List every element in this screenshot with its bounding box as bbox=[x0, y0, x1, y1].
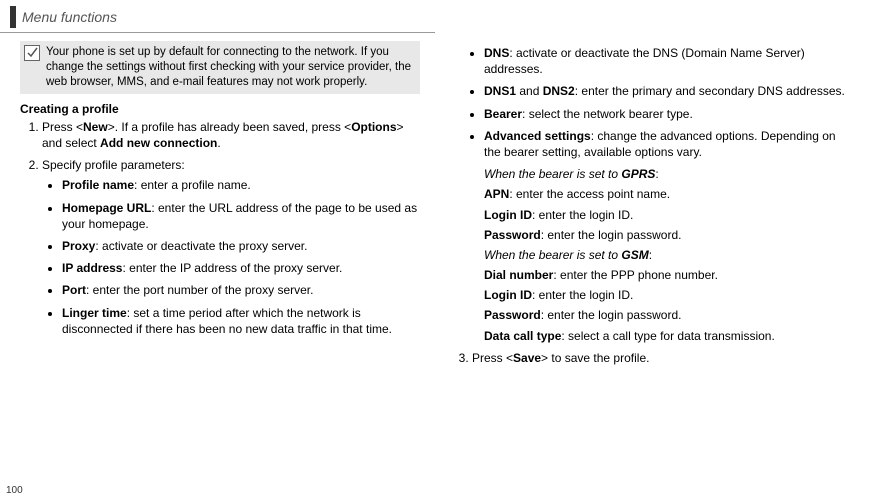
label: Homepage URL bbox=[62, 201, 151, 215]
label-save: Save bbox=[513, 351, 541, 365]
param-dns1-dns2: DNS1 and DNS2: enter the primary and sec… bbox=[484, 83, 855, 99]
label: Data call type bbox=[484, 329, 561, 343]
param-homepage-url: Homepage URL: enter the URL address of t… bbox=[62, 200, 420, 232]
label: Login ID bbox=[484, 208, 532, 222]
page-header: Menu functions bbox=[0, 0, 435, 33]
left-column: Your phone is set up by default for conn… bbox=[20, 41, 440, 372]
adv-dial-number: Dial number: enter the PPP phone number. bbox=[484, 267, 855, 283]
text: >. If a profile has already been saved, … bbox=[108, 120, 351, 134]
gprs-title: When the bearer is set to GPRS: bbox=[484, 166, 855, 182]
param-advanced-settings: Advanced settings: change the advanced o… bbox=[484, 128, 855, 344]
label: Login ID bbox=[484, 288, 532, 302]
text: : enter the login password. bbox=[541, 228, 682, 242]
label: Password bbox=[484, 308, 541, 322]
text: > to save the profile. bbox=[541, 351, 649, 365]
text: : activate or deactivate the proxy serve… bbox=[95, 239, 307, 253]
label: Proxy bbox=[62, 239, 95, 253]
info-note-text: Your phone is set up by default for conn… bbox=[46, 45, 414, 90]
steps-list-cont: Press <Save> to save the profile. bbox=[450, 350, 855, 366]
label-gsm: GSM bbox=[621, 248, 648, 262]
adv-data-call-type: Data call type: select a call type for d… bbox=[484, 328, 855, 344]
section-heading-creating-profile: Creating a profile bbox=[20, 102, 420, 116]
label: DNS2 bbox=[543, 84, 575, 98]
step-2: Specify profile parameters: Profile name… bbox=[42, 157, 420, 337]
text: : enter the login password. bbox=[541, 308, 682, 322]
param-linger-time: Linger time: set a time period after whi… bbox=[62, 305, 420, 337]
header-accent-bar bbox=[10, 6, 16, 28]
text: : select a call type for data transmissi… bbox=[561, 329, 774, 343]
param-ip-address: IP address: enter the IP address of the … bbox=[62, 260, 420, 276]
label: Advanced settings bbox=[484, 129, 591, 143]
text: : enter the primary and secondary DNS ad… bbox=[575, 84, 845, 98]
params-list-right: DNS: activate or deactivate the DNS (Dom… bbox=[450, 45, 855, 344]
text: : bbox=[655, 167, 658, 181]
text: : activate or deactivate the DNS (Domain… bbox=[484, 46, 805, 76]
param-proxy: Proxy: activate or deactivate the proxy … bbox=[62, 238, 420, 254]
label: APN bbox=[484, 187, 509, 201]
text: Specify profile parameters: bbox=[42, 158, 185, 172]
label: Linger time bbox=[62, 306, 127, 320]
adv-login-gsm: Login ID: enter the login ID. bbox=[484, 287, 855, 303]
text: : select the network bearer type. bbox=[522, 107, 693, 121]
text: : enter the access point name. bbox=[509, 187, 670, 201]
step-3: Press <Save> to save the profile. bbox=[472, 350, 855, 366]
label: Bearer bbox=[484, 107, 522, 121]
params-list-left: Profile name: enter a profile name. Home… bbox=[42, 177, 420, 337]
text: When the bearer is set to bbox=[484, 167, 621, 181]
label-gprs: GPRS bbox=[621, 167, 655, 181]
label: Dial number bbox=[484, 268, 553, 282]
label-new: New bbox=[83, 120, 108, 134]
param-dns: DNS: activate or deactivate the DNS (Dom… bbox=[484, 45, 855, 77]
text: : bbox=[649, 248, 652, 262]
adv-password-gprs: Password: enter the login password. bbox=[484, 227, 855, 243]
text: : enter the login ID. bbox=[532, 208, 633, 222]
label-options: Options bbox=[351, 120, 396, 134]
adv-login-gprs: Login ID: enter the login ID. bbox=[484, 207, 855, 223]
text: : enter the port number of the proxy ser… bbox=[86, 283, 313, 297]
param-bearer: Bearer: select the network bearer type. bbox=[484, 106, 855, 122]
steps-list: Press <New>. If a profile has already be… bbox=[20, 119, 420, 337]
label: Password bbox=[484, 228, 541, 242]
right-column: DNS: activate or deactivate the DNS (Dom… bbox=[440, 41, 860, 372]
text: : enter the login ID. bbox=[532, 288, 633, 302]
label: DNS1 bbox=[484, 84, 516, 98]
adv-apn: APN: enter the access point name. bbox=[484, 186, 855, 202]
text: : enter the IP address of the proxy serv… bbox=[122, 261, 342, 275]
page-number: 100 bbox=[6, 485, 23, 496]
text: : enter a profile name. bbox=[134, 178, 251, 192]
text: : enter the PPP phone number. bbox=[553, 268, 718, 282]
label-add-new-connection: Add new connection bbox=[100, 136, 217, 150]
adv-password-gsm: Password: enter the login password. bbox=[484, 307, 855, 323]
label: Profile name bbox=[62, 178, 134, 192]
text: When the bearer is set to bbox=[484, 248, 621, 262]
checkmark-icon bbox=[24, 45, 40, 61]
label: DNS bbox=[484, 46, 509, 60]
param-port: Port: enter the port number of the proxy… bbox=[62, 282, 420, 298]
text: Press < bbox=[42, 120, 83, 134]
label: IP address bbox=[62, 261, 122, 275]
text: Press < bbox=[472, 351, 513, 365]
label: Port bbox=[62, 283, 86, 297]
header-title: Menu functions bbox=[22, 9, 117, 25]
step-1: Press <New>. If a profile has already be… bbox=[42, 119, 420, 151]
info-note: Your phone is set up by default for conn… bbox=[20, 41, 420, 94]
content-columns: Your phone is set up by default for conn… bbox=[0, 33, 870, 372]
text: . bbox=[217, 136, 220, 150]
gsm-title: When the bearer is set to GSM: bbox=[484, 247, 855, 263]
text: and bbox=[516, 84, 543, 98]
param-profile-name: Profile name: enter a profile name. bbox=[62, 177, 420, 193]
